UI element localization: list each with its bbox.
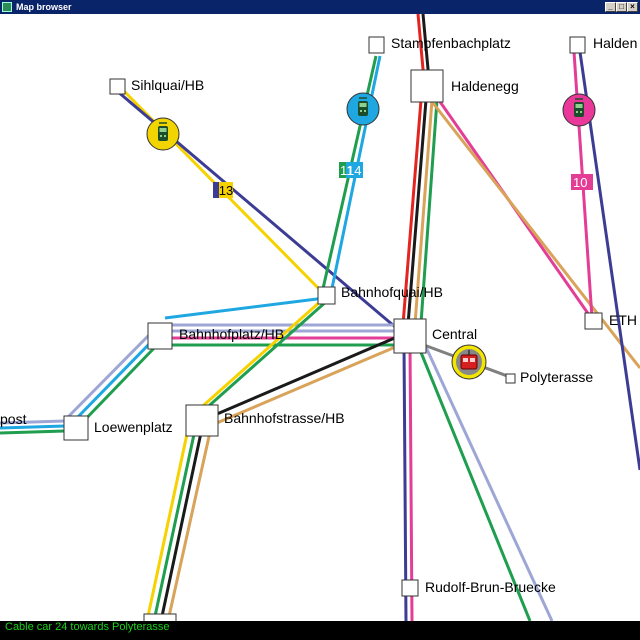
stop-marker-halden[interactable]	[569, 36, 586, 54]
stop-marker-bahnhofplatz[interactable]	[147, 322, 173, 350]
stop-label-haldenegg: Haldenegg	[451, 78, 519, 94]
minimize-button[interactable]: _	[605, 2, 616, 12]
route-bahnhofquai-bahnhofstrasse	[145, 298, 401, 621]
route-badge-13[interactable]: 13	[213, 182, 233, 198]
stop-label-sihlquai: Sihlquai/HB	[131, 77, 204, 93]
transit-map[interactable]: 13 11 14 10 Sihlquai/HB Stampfenbachplat…	[0, 14, 640, 621]
stop-marker-loewenplatz[interactable]	[63, 415, 89, 441]
svg-text:13: 13	[219, 183, 233, 198]
status-bar: Cable car 24 towards Polyterasse	[0, 621, 640, 640]
svg-text:10: 10	[573, 175, 587, 190]
status-text: Cable car 24 towards Polyterasse	[5, 621, 170, 633]
stop-label-eth: ETH	[609, 312, 637, 328]
maximize-button[interactable]: □	[616, 2, 627, 12]
svg-text:14: 14	[347, 163, 361, 178]
tram-vehicle-pink[interactable]	[562, 93, 596, 127]
route-badge-10[interactable]: 10	[571, 174, 593, 190]
stop-marker-haldenegg[interactable]	[410, 69, 444, 103]
stop-marker-polyterasse[interactable]	[505, 373, 516, 384]
stop-label-bahnhofquai: Bahnhofquai/HB	[341, 284, 443, 300]
window-title: Map browser	[16, 2, 72, 12]
stop-label-stampfenbachplatz: Stampfenbachplatz	[391, 35, 511, 51]
stop-label-central: Central	[432, 326, 477, 342]
route-badge-11-14[interactable]: 11 14	[339, 162, 363, 178]
app-icon	[2, 2, 12, 12]
stop-marker-rudolf[interactable]	[401, 579, 419, 597]
stop-marker-stampfenbachplatz[interactable]	[368, 36, 385, 54]
stop-label-halden: Halden	[593, 35, 637, 51]
stop-marker-south[interactable]	[143, 613, 177, 621]
stop-label-loewenplatz: Loewenplatz	[94, 419, 173, 435]
tram-vehicle-blue[interactable]	[346, 92, 380, 126]
cable-car-vehicle[interactable]	[451, 344, 487, 380]
tram-vehicle-yellow[interactable]	[146, 117, 180, 151]
close-button[interactable]: ×	[627, 2, 638, 12]
stop-label-bahnhofstrasse: Bahnhofstrasse/HB	[224, 410, 345, 426]
stop-label-post: post	[0, 411, 27, 427]
stop-label-polyterasse: Polyterasse	[520, 369, 593, 385]
stop-marker-eth[interactable]	[584, 312, 603, 330]
stop-label-rudolf: Rudolf-Brun-Bruecke	[425, 579, 556, 595]
stop-marker-bahnhofquai[interactable]	[317, 286, 336, 305]
stop-marker-sihlquai[interactable]	[109, 78, 126, 95]
stop-label-bahnhofplatz: Bahnhofplatz/HB	[179, 326, 284, 342]
title-bar: Map browser _ □ ×	[0, 0, 640, 14]
stop-marker-central[interactable]	[393, 318, 427, 354]
stop-marker-bahnhofstrasse[interactable]	[185, 404, 219, 437]
